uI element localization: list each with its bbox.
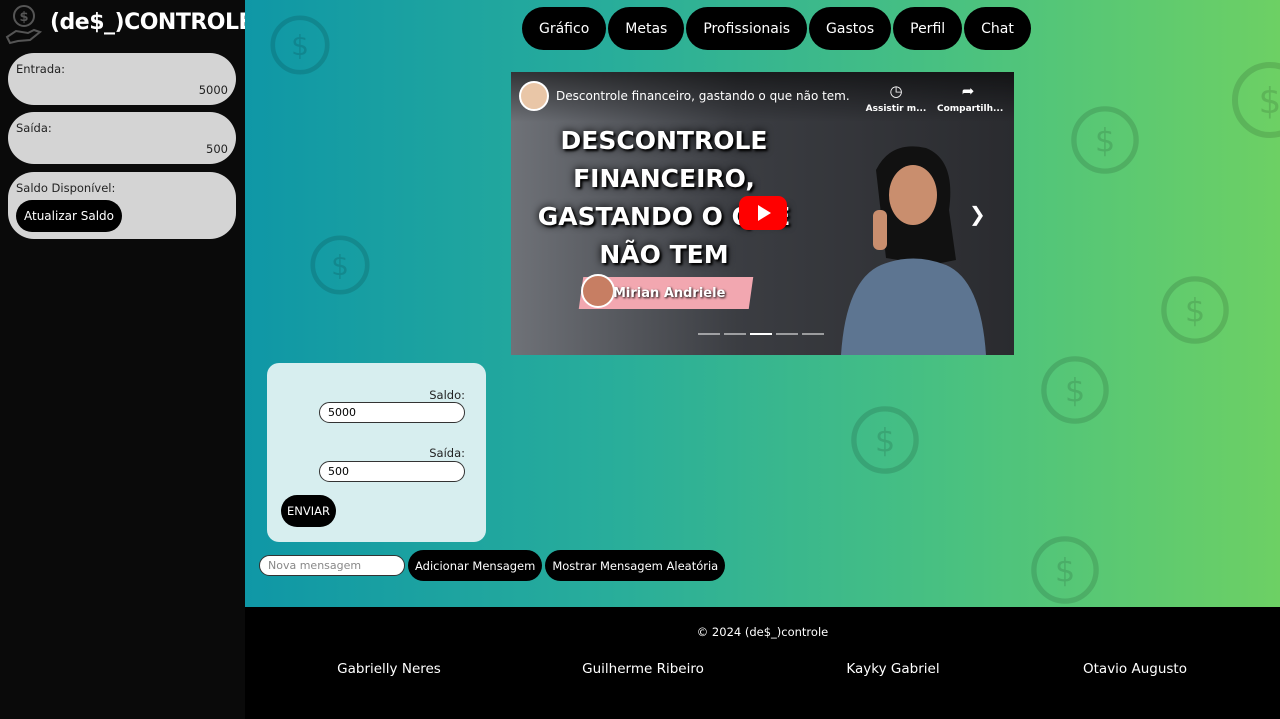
share-label: Compartilh... [937, 104, 1004, 114]
brand-title: (de$_)CONTROLE [50, 10, 254, 35]
headline-line: DESCONTROLE [560, 126, 768, 155]
svg-text:$: $ [19, 10, 28, 25]
nav-perfil[interactable]: Perfil [893, 7, 963, 50]
share-arrow-icon: ➦ [961, 82, 975, 100]
saida-label: Saída: [16, 121, 52, 135]
svg-text:$: $ [1065, 372, 1085, 410]
carousel-dots [698, 333, 824, 335]
carousel-dot-active[interactable] [750, 333, 772, 335]
coin-decoration-icon: $ [1041, 356, 1109, 424]
form-saldo-label: Saldo: [429, 388, 465, 402]
entrada-value: 5000 [198, 83, 228, 97]
sidebar: $ (de$_)CONTROLE Entrada: 5000 Saída: 50… [0, 0, 254, 719]
message-controls: Adicionar Mensagem Mostrar Mensagem Alea… [259, 550, 726, 581]
nav-chat[interactable]: Chat [964, 7, 1031, 50]
footer: © 2024 (de$_)controle Gabrielly Neres Gu… [245, 607, 1280, 719]
video-title[interactable]: Descontrole financeiro, gastando o que n… [556, 89, 850, 103]
coin-decoration-icon: $ [1071, 106, 1139, 174]
svg-text:$: $ [1055, 552, 1075, 590]
thumbnail-person [841, 146, 986, 355]
form-saida-label: Saída: [429, 446, 465, 460]
watch-later-button[interactable]: ◷ Assistir m... [865, 82, 927, 114]
main-content: $ $ $ $ $ $ $ $ Gráfico Metas Profission… [245, 0, 1280, 607]
saida-card: Saída: 500 [8, 112, 236, 164]
svg-text:$: $ [875, 422, 895, 460]
saida-value: 500 [206, 142, 228, 156]
nav-gastos[interactable]: Gastos [809, 7, 892, 50]
nav-grafico[interactable]: Gráfico [522, 7, 607, 50]
carousel-dot[interactable] [802, 333, 824, 335]
add-message-button[interactable]: Adicionar Mensagem [408, 550, 543, 581]
headline-line: FINANCEIRO, [573, 164, 755, 193]
entrada-label: Entrada: [16, 62, 66, 76]
coin-decoration-icon: $ [1161, 276, 1229, 344]
author-name: Otavio Augusto [1083, 661, 1187, 677]
badge-avatar [581, 274, 615, 308]
share-button[interactable]: ➦ Compartilh... [937, 82, 1003, 114]
svg-text:$: $ [1095, 122, 1115, 160]
clock-icon: ◷ [889, 82, 903, 100]
channel-badge-text: Mirian Andriele [613, 286, 726, 301]
channel-avatar[interactable] [519, 81, 549, 111]
play-icon [758, 205, 771, 221]
chevron-right-icon[interactable]: ❯ [969, 202, 986, 226]
author-name: Guilherme Ribeiro [582, 661, 704, 677]
top-nav: Gráfico Metas Profissionais Gastos Perfi… [522, 7, 1031, 50]
carousel-dot[interactable] [698, 333, 720, 335]
saldo-label: Saldo Disponível: [16, 181, 116, 195]
carousel-dot[interactable] [724, 333, 746, 335]
svg-text:$: $ [291, 29, 309, 62]
coin-decoration-icon: $ [1232, 62, 1280, 138]
carousel-dot[interactable] [776, 333, 798, 335]
author-name: Kayky Gabriel [846, 661, 940, 677]
svg-text:$: $ [1185, 292, 1205, 330]
saida-input[interactable] [319, 461, 465, 482]
watch-later-label: Assistir m... [865, 104, 927, 114]
nav-profissionais[interactable]: Profissionais [686, 7, 808, 50]
saldo-form: Saldo: Saída: ENVIAR [267, 363, 486, 542]
nav-metas[interactable]: Metas [608, 7, 685, 50]
coin-decoration-icon: $ [310, 235, 370, 295]
money-hand-logo-icon: $ [5, 5, 43, 45]
entrada-card: Entrada: 5000 [8, 53, 236, 105]
headline-line: NÃO TEM [599, 240, 729, 269]
enviar-button[interactable]: ENVIAR [281, 495, 336, 527]
brand: $ [4, 2, 44, 48]
atualizar-saldo-button[interactable]: Atualizar Saldo [16, 200, 122, 232]
random-message-button[interactable]: Mostrar Mensagem Aleatória [545, 550, 726, 581]
svg-text:$: $ [331, 249, 349, 282]
svg-text:$: $ [1259, 81, 1280, 122]
coin-decoration-icon: $ [851, 406, 919, 474]
saldo-card: Saldo Disponível: Atualizar Saldo [8, 172, 236, 239]
author-name: Gabrielly Neres [337, 661, 441, 677]
saldo-input[interactable] [319, 402, 465, 423]
youtube-embed[interactable]: Descontrole financeiro, gastando o que n… [511, 72, 1014, 355]
coin-decoration-icon: $ [1031, 536, 1099, 604]
new-message-input[interactable] [259, 555, 405, 576]
youtube-play-button[interactable] [739, 196, 787, 230]
copyright: © 2024 (de$_)controle [696, 625, 829, 639]
coin-decoration-icon: $ [270, 15, 330, 75]
